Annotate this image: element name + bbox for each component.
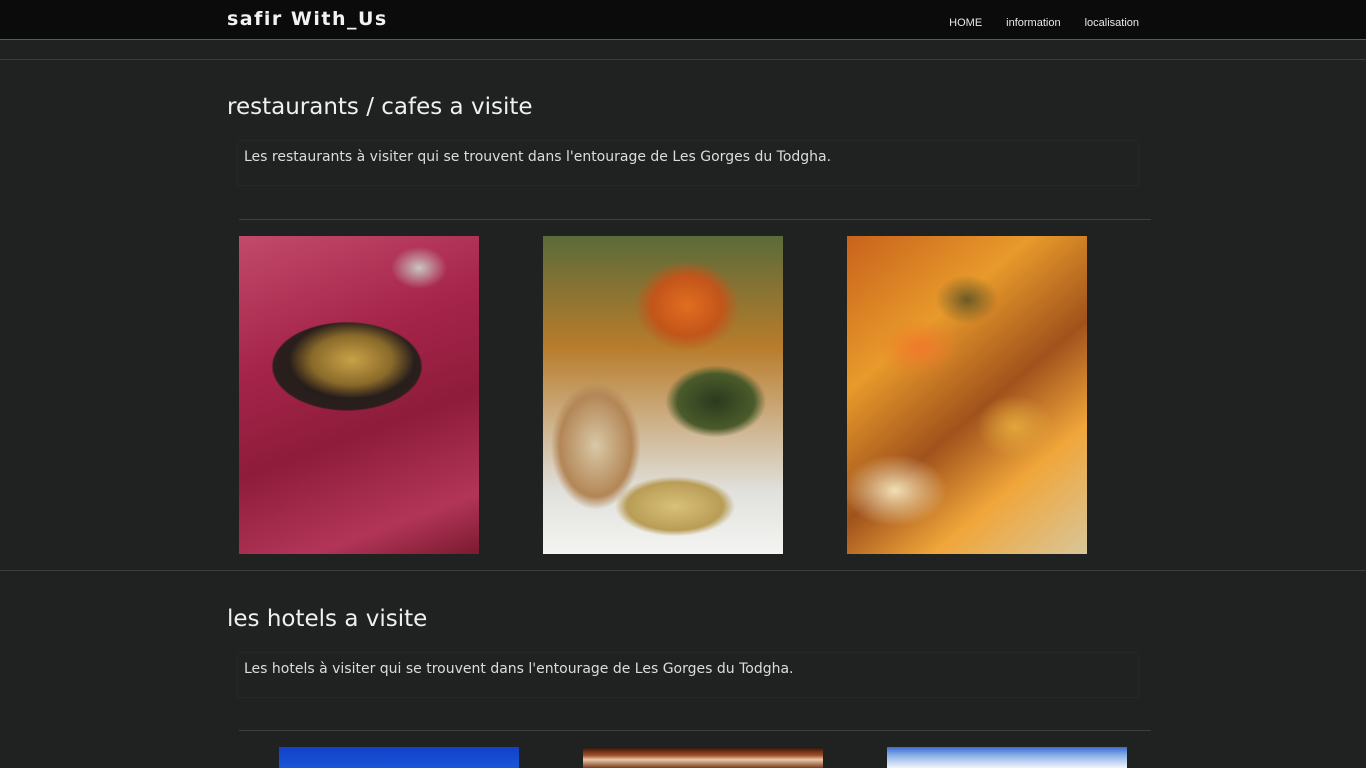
restaurants-description: Les restaurants à visiter qui se trouven… [237,140,1139,186]
restaurants-description-text: Les restaurants à visiter qui se trouven… [244,149,832,165]
hotel-photo-3[interactable] [887,747,1127,768]
hotels-section-title: les hotels a visite [227,606,428,632]
section-divider-top [0,59,1366,60]
restaurant-photo-couscous[interactable] [543,236,783,554]
top-navbar: safir With_Us HOME information localisat… [0,0,1366,40]
restaurants-section-title: restaurants / cafes a visite [227,94,533,120]
restaurants-divider [239,219,1151,220]
hotel-photo-1[interactable] [279,747,519,768]
hotel-photo-2[interactable] [583,747,823,768]
nav-link-home[interactable]: HOME [949,17,982,29]
section-divider-middle [0,570,1366,571]
nav-link-information[interactable]: information [1006,17,1060,29]
nav-item-information: information [1006,11,1060,30]
hotels-description-text: Les hotels à visiter qui se trouvent dan… [244,661,794,677]
brand-logo[interactable]: safir With_Us [227,8,388,30]
hotels-divider [239,730,1151,731]
nav-link-localisation[interactable]: localisation [1085,17,1139,29]
restaurant-photo-tajine[interactable] [239,236,479,554]
nav-item-home: HOME [949,11,982,30]
hotels-description: Les hotels à visiter qui se trouvent dan… [237,652,1139,698]
nav-item-localisation: localisation [1085,11,1139,30]
restaurant-photo-vegetables[interactable] [847,236,1087,554]
main-nav: HOME information localisation [949,0,1139,40]
